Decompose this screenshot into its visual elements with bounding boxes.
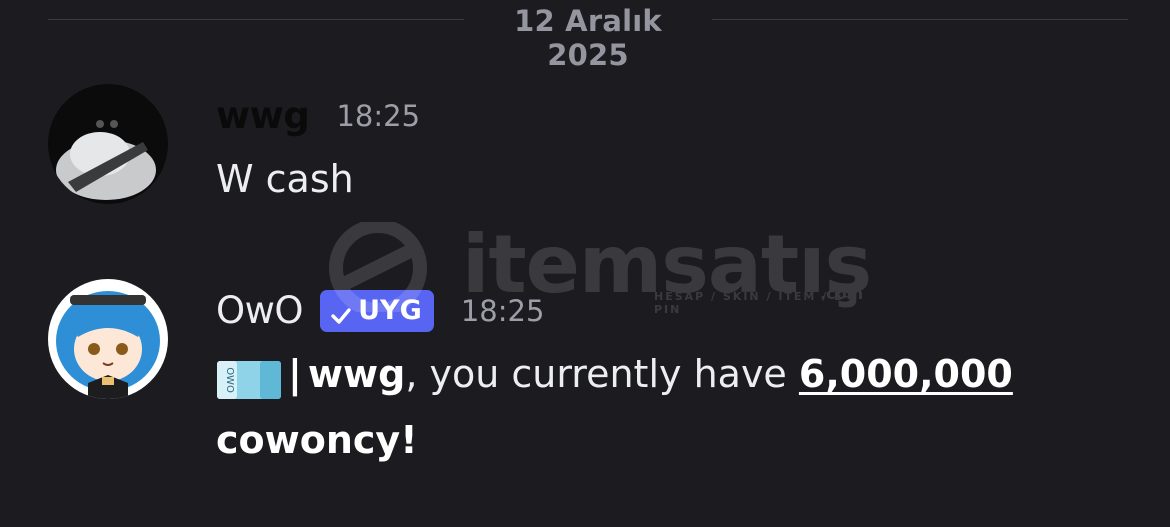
- message-content: W cash: [216, 146, 354, 212]
- message-username[interactable]: wwg: [216, 94, 310, 137]
- svg-text:OWO: OWO: [224, 367, 235, 393]
- message-text-end: cowoncy!: [216, 418, 418, 462]
- cowoncy-cash-icon: OWO: [216, 354, 282, 399]
- user-mention[interactable]: wwg: [308, 352, 405, 396]
- badge-label: UYG: [358, 294, 422, 326]
- message-header: wwg 18:25: [216, 94, 420, 142]
- date-divider: 12 Aralık 2025: [48, 0, 1128, 72]
- user-avatar-icon[interactable]: [48, 84, 168, 204]
- checkmark-icon: [330, 298, 352, 324]
- separator: |: [288, 352, 302, 396]
- message-timestamp: 18:25: [336, 98, 421, 133]
- message-username[interactable]: OwO: [216, 289, 304, 332]
- verified-bot-badge: UYG: [320, 289, 434, 332]
- divider-line-right: [712, 19, 1128, 20]
- divider-line-left: [48, 19, 464, 20]
- message-item[interactable]: OwO UYG 18:25 OWO | wwg, you currently ha…: [0, 279, 1170, 479]
- message-header: OwO UYG 18:25: [216, 289, 544, 337]
- bot-avatar-icon[interactable]: [48, 279, 168, 399]
- message-content: OWO | wwg, you currently have 6,000,000 co…: [216, 341, 1116, 473]
- message-text: W cash: [216, 157, 354, 201]
- cowoncy-amount: 6,000,000: [798, 352, 1013, 396]
- chat-view: 12 Aralık 2025 wwg 18:25 W cash OwO UYG …: [0, 0, 1170, 527]
- message-item[interactable]: wwg 18:25 W cash: [0, 84, 1170, 214]
- divider-date: 12 Aralık 2025: [514, 4, 662, 72]
- message-text-mid: , you currently have: [405, 352, 799, 396]
- message-timestamp: 18:25: [460, 293, 545, 328]
